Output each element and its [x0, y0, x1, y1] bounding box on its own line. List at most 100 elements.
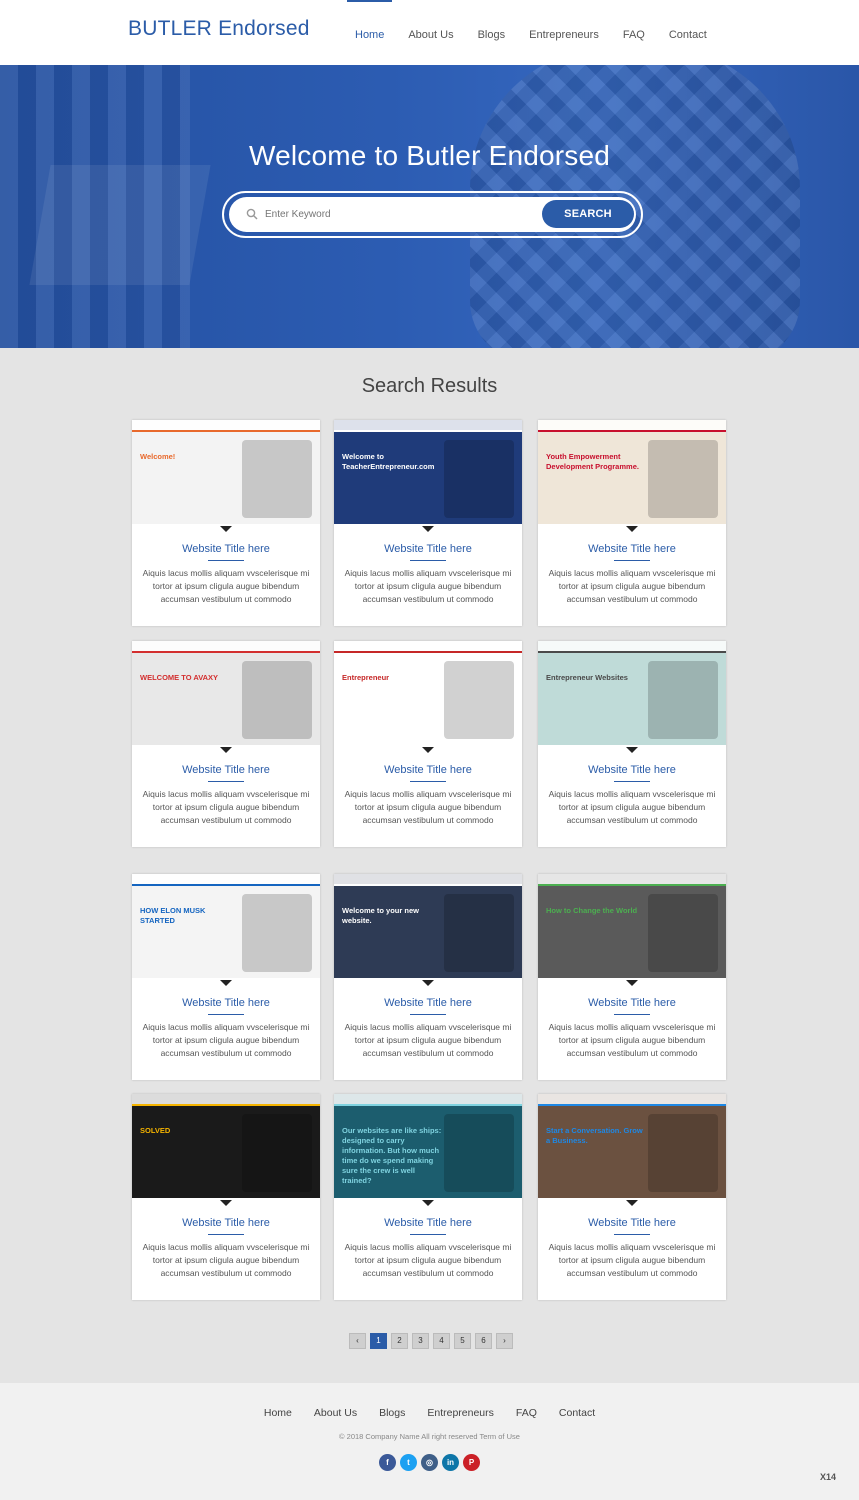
result-card[interactable]: Welcome to your new website. Website Titl… [334, 874, 522, 1080]
thumbnail-pointer-icon [422, 980, 434, 986]
card-description: Aiquis lacus mollis aliquam vvscelerisqu… [344, 1022, 512, 1058]
pagination-prev-button[interactable]: ‹ [349, 1333, 366, 1349]
instagram-icon[interactable]: ◎ [421, 1454, 438, 1471]
nav-blogs[interactable]: Blogs [470, 0, 514, 65]
card-title-link[interactable]: Website Title here [334, 997, 522, 1009]
thumbnail-topbar [132, 641, 320, 653]
website-thumbnail[interactable]: How to Change the World [538, 874, 726, 978]
nav-home[interactable]: Home [347, 0, 393, 65]
card-title-link[interactable]: Website Title here [132, 764, 320, 776]
site-footer: Home About Us Blogs Entrepreneurs FAQ Co… [0, 1383, 859, 1500]
result-card[interactable]: Youth Empowerment Development Programme.… [538, 420, 726, 626]
thumbnail-pointer-icon [626, 1200, 638, 1206]
thumbnail-pointer-icon [626, 526, 638, 532]
thumbnail-image [242, 440, 312, 518]
pinterest-icon[interactable]: P [463, 1454, 480, 1471]
card-title-link[interactable]: Website Title here [334, 764, 522, 776]
card-title-link[interactable]: Website Title here [334, 543, 522, 555]
thumbnail-image [648, 440, 718, 518]
card-title-link[interactable]: Website Title here [132, 1217, 320, 1229]
thumbnail-pointer-icon [220, 747, 232, 753]
nav-contact[interactable]: Contact [661, 0, 715, 65]
website-thumbnail[interactable]: Entrepreneur Websites [538, 641, 726, 745]
result-card[interactable]: Our websites are like ships: designed to… [334, 1094, 522, 1300]
nav-about-us[interactable]: About Us [400, 0, 461, 65]
card-description: Aiquis lacus mollis aliquam vvscelerisqu… [344, 1242, 512, 1278]
website-thumbnail[interactable]: SOLVED [132, 1094, 320, 1198]
thumbnail-caption: HOW ELON MUSK STARTED [140, 906, 206, 925]
pagination-page-1[interactable]: 1 [370, 1333, 387, 1349]
main-nav: Home About Us Blogs Entrepreneurs FAQ Co… [347, 0, 723, 65]
thumbnail-image [444, 440, 514, 518]
site-logo[interactable]: BUTLER Endorsed [128, 17, 310, 41]
result-card[interactable]: Entrepreneur Websites Website Title here A… [538, 641, 726, 847]
search-button[interactable]: SEARCH [542, 200, 634, 228]
card-title-underline [614, 1014, 650, 1015]
thumbnail-caption: WELCOME TO AVAXY [140, 673, 219, 682]
thumbnail-image [444, 661, 514, 739]
thumbnail-pointer-icon [422, 747, 434, 753]
card-title-link[interactable]: Website Title here [334, 1217, 522, 1229]
facebook-icon[interactable]: f [379, 1454, 396, 1471]
card-title-underline [208, 1014, 244, 1015]
website-thumbnail[interactable]: HOW ELON MUSK STARTED [132, 874, 320, 978]
footer-nav-entrepreneurs[interactable]: Entrepreneurs [427, 1407, 494, 1419]
website-thumbnail[interactable]: Welcome to TeacherEntrepreneur.com [334, 420, 522, 524]
card-title-link[interactable]: Website Title here [538, 997, 726, 1009]
thumbnail-caption: Entrepreneur Websites [546, 673, 628, 682]
result-card[interactable]: WELCOME TO AVAXY Website Title here Aiquis… [132, 641, 320, 847]
thumbnail-topbar [132, 874, 320, 886]
card-title-link[interactable]: Website Title here [132, 543, 320, 555]
twitter-icon[interactable]: t [400, 1454, 417, 1471]
pagination-page-6[interactable]: 6 [475, 1333, 492, 1349]
thumbnail-topbar [538, 874, 726, 886]
result-card[interactable]: Welcome! Website Title here Aiquis lacus m… [132, 420, 320, 626]
thumbnail-caption: Entrepreneur [342, 673, 390, 682]
result-card[interactable]: SOLVED Website Title here Aiquis lacus mol… [132, 1094, 320, 1300]
card-title-underline [614, 781, 650, 782]
website-thumbnail[interactable]: Youth Empowerment Development Programme. [538, 420, 726, 524]
card-description: Aiquis lacus mollis aliquam vvscelerisqu… [548, 568, 716, 604]
footer-nav-blogs[interactable]: Blogs [379, 1407, 405, 1419]
pagination-next-button[interactable]: › [496, 1333, 513, 1349]
footer-nav-contact[interactable]: Contact [559, 1407, 595, 1419]
page-badge: X14 [820, 1472, 837, 1482]
card-description: Aiquis lacus mollis aliquam vvscelerisqu… [548, 789, 716, 825]
nav-faq[interactable]: FAQ [615, 0, 653, 65]
result-card[interactable]: HOW ELON MUSK STARTED Website Title here A… [132, 874, 320, 1080]
pagination-page-3[interactable]: 3 [412, 1333, 429, 1349]
footer-nav-about-us[interactable]: About Us [314, 1407, 357, 1419]
pagination-page-2[interactable]: 2 [391, 1333, 408, 1349]
result-card[interactable]: Start a Conversation. Grow a Business. We… [538, 1094, 726, 1300]
card-title-link[interactable]: Website Title here [538, 1217, 726, 1229]
pagination-page-4[interactable]: 4 [433, 1333, 450, 1349]
card-title-link[interactable]: Website Title here [132, 997, 320, 1009]
card-title-link[interactable]: Website Title here [538, 543, 726, 555]
website-thumbnail[interactable]: Start a Conversation. Grow a Business. [538, 1094, 726, 1198]
website-thumbnail[interactable]: Our websites are like ships: designed to… [334, 1094, 522, 1198]
hero-background-laptop [29, 165, 211, 285]
website-thumbnail[interactable]: Welcome! [132, 420, 320, 524]
thumbnail-image [648, 1114, 718, 1192]
footer-nav-faq[interactable]: FAQ [516, 1407, 537, 1419]
nav-entrepreneurs[interactable]: Entrepreneurs [521, 0, 607, 65]
thumbnail-image [444, 1114, 514, 1192]
linkedin-icon[interactable]: in [442, 1454, 459, 1471]
website-thumbnail[interactable]: Entrepreneur [334, 641, 522, 745]
card-title-link[interactable]: Website Title here [538, 764, 726, 776]
result-card[interactable]: Entrepreneur Website Title here Aiquis lac… [334, 641, 522, 847]
card-description: Aiquis lacus mollis aliquam vvscelerisqu… [142, 568, 310, 604]
result-card[interactable]: Welcome to TeacherEntrepreneur.com Websit… [334, 420, 522, 626]
result-card[interactable]: How to Change the World Website Title her… [538, 874, 726, 1080]
card-description: Aiquis lacus mollis aliquam vvscelerisqu… [142, 1242, 310, 1278]
pagination-page-5[interactable]: 5 [454, 1333, 471, 1349]
card-description: Aiquis lacus mollis aliquam vvscelerisqu… [142, 1022, 310, 1058]
copyright-text: © 2018 Company Name All right reserved T… [339, 1432, 520, 1441]
search-input[interactable] [265, 203, 535, 225]
card-description: Aiquis lacus mollis aliquam vvscelerisqu… [548, 1022, 716, 1058]
thumbnail-image [648, 661, 718, 739]
website-thumbnail[interactable]: Welcome to your new website. [334, 874, 522, 978]
thumbnail-image [648, 894, 718, 972]
footer-nav-home[interactable]: Home [264, 1407, 292, 1419]
website-thumbnail[interactable]: WELCOME TO AVAXY [132, 641, 320, 745]
